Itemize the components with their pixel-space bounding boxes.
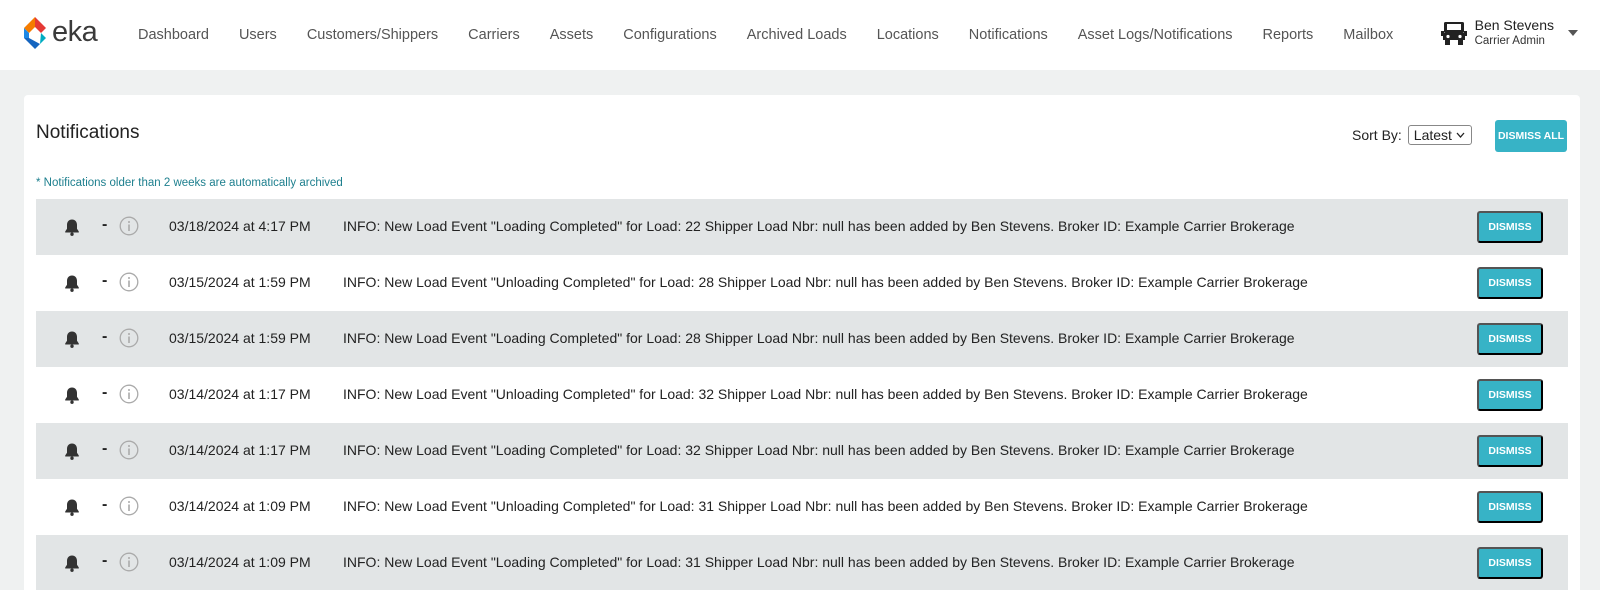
notification-dash: -	[102, 272, 108, 289]
info-icon[interactable]	[119, 552, 139, 572]
bell-icon	[65, 219, 79, 236]
notification-dash: -	[102, 496, 108, 513]
bell-icon	[65, 387, 79, 404]
notification-date: 03/18/2024 at 4:17 PM	[169, 218, 311, 234]
nav-item-notifications[interactable]: Notifications	[969, 27, 1048, 43]
notification-date: 03/14/2024 at 1:17 PM	[169, 442, 311, 458]
notification-dash: -	[102, 216, 108, 233]
user-menu[interactable]: Ben Stevens Carrier Admin	[1440, 18, 1578, 47]
sort-label: Sort By:	[1352, 127, 1402, 143]
sort-select[interactable]: Latest	[1407, 125, 1472, 145]
truck-icon	[1440, 22, 1467, 46]
notification-row: - 03/18/2024 at 4:17 PM INFO: New Load E…	[36, 199, 1568, 255]
brand-logo[interactable]: eka	[22, 15, 98, 50]
notification-row: - 03/15/2024 at 1:59 PM INFO: New Load E…	[36, 255, 1568, 311]
nav-item-assets[interactable]: Assets	[550, 27, 594, 43]
notification-message: INFO: New Load Event "Unloading Complete…	[343, 498, 1308, 514]
info-icon[interactable]	[119, 216, 139, 236]
nav-item-mailbox[interactable]: Mailbox	[1343, 27, 1393, 43]
nav-item-asset-logs-notifications[interactable]: Asset Logs/Notifications	[1078, 27, 1233, 43]
nav-item-locations[interactable]: Locations	[877, 27, 939, 43]
notification-dash: -	[102, 328, 108, 345]
dismiss-button[interactable]: DISMISS	[1477, 267, 1543, 299]
bell-icon	[65, 499, 79, 516]
nav-item-customers-shippers[interactable]: Customers/Shippers	[307, 27, 438, 43]
chevron-down-icon	[1456, 132, 1465, 138]
bell-icon	[65, 331, 79, 348]
eka-logo-icon	[24, 17, 46, 49]
user-role: Carrier Admin	[1474, 34, 1545, 47]
dismiss-all-button[interactable]: DISMISS ALL	[1495, 120, 1567, 152]
info-icon[interactable]	[119, 496, 139, 516]
info-icon[interactable]	[119, 384, 139, 404]
notification-message: INFO: New Load Event "Loading Completed"…	[343, 330, 1295, 346]
nav-item-archived-loads[interactable]: Archived Loads	[747, 27, 847, 43]
sort-control: Sort By: Latest	[1352, 125, 1472, 145]
notification-dash: -	[102, 384, 108, 401]
nav-item-dashboard[interactable]: Dashboard	[138, 27, 209, 43]
nav-item-carriers[interactable]: Carriers	[468, 27, 520, 43]
notification-message: INFO: New Load Event "Unloading Complete…	[343, 386, 1308, 402]
nav-item-configurations[interactable]: Configurations	[623, 27, 717, 43]
user-name: Ben Stevens	[1474, 17, 1554, 33]
notification-row: - 03/15/2024 at 1:59 PM INFO: New Load E…	[36, 311, 1568, 367]
notification-date: 03/14/2024 at 1:09 PM	[169, 554, 311, 570]
notification-date: 03/15/2024 at 1:59 PM	[169, 330, 311, 346]
user-info: Ben Stevens Carrier Admin	[1475, 18, 1554, 47]
dismiss-button[interactable]: DISMISS	[1477, 547, 1543, 579]
notification-message: INFO: New Load Event "Loading Completed"…	[343, 218, 1295, 234]
notification-row: - 03/14/2024 at 1:17 PM INFO: New Load E…	[36, 423, 1568, 479]
notification-list: - 03/18/2024 at 4:17 PM INFO: New Load E…	[36, 199, 1568, 590]
notification-date: 03/14/2024 at 1:17 PM	[169, 386, 311, 402]
chevron-down-icon[interactable]	[1568, 30, 1578, 37]
dismiss-button[interactable]: DISMISS	[1477, 323, 1543, 355]
notification-message: INFO: New Load Event "Loading Completed"…	[343, 442, 1295, 458]
page-title: Notifications	[36, 122, 140, 143]
notification-dash: -	[102, 440, 108, 457]
notification-row: - 03/14/2024 at 1:09 PM INFO: New Load E…	[36, 535, 1568, 590]
bell-icon	[65, 275, 79, 292]
notification-message: INFO: New Load Event "Loading Completed"…	[343, 554, 1295, 570]
notification-row: - 03/14/2024 at 1:09 PM INFO: New Load E…	[36, 479, 1568, 535]
dismiss-button[interactable]: DISMISS	[1477, 211, 1543, 243]
nav-item-reports[interactable]: Reports	[1263, 27, 1314, 43]
sort-select-value: Latest	[1413, 127, 1452, 143]
nav-item-users[interactable]: Users	[239, 27, 277, 43]
dismiss-button[interactable]: DISMISS	[1477, 379, 1543, 411]
bell-icon	[65, 555, 79, 572]
top-navbar: eka Dashboard Users Customers/Shippers C…	[0, 0, 1600, 70]
notifications-card: Notifications Sort By: Latest DISMISS AL…	[24, 95, 1580, 590]
dismiss-button[interactable]: DISMISS	[1477, 491, 1543, 523]
main-nav: Dashboard Users Customers/Shippers Carri…	[138, 0, 1423, 70]
info-icon[interactable]	[119, 440, 139, 460]
notification-message: INFO: New Load Event "Unloading Complete…	[343, 274, 1308, 290]
notification-date: 03/15/2024 at 1:59 PM	[169, 274, 311, 290]
notification-row: - 03/14/2024 at 1:17 PM INFO: New Load E…	[36, 367, 1568, 423]
notification-dash: -	[102, 552, 108, 569]
info-icon[interactable]	[119, 272, 139, 292]
notification-date: 03/14/2024 at 1:09 PM	[169, 498, 311, 514]
archive-note: * Notifications older than 2 weeks are a…	[36, 177, 343, 189]
bell-icon	[65, 443, 79, 460]
info-icon[interactable]	[119, 328, 139, 348]
dismiss-button[interactable]: DISMISS	[1477, 435, 1543, 467]
brand-name: eka	[52, 15, 98, 48]
